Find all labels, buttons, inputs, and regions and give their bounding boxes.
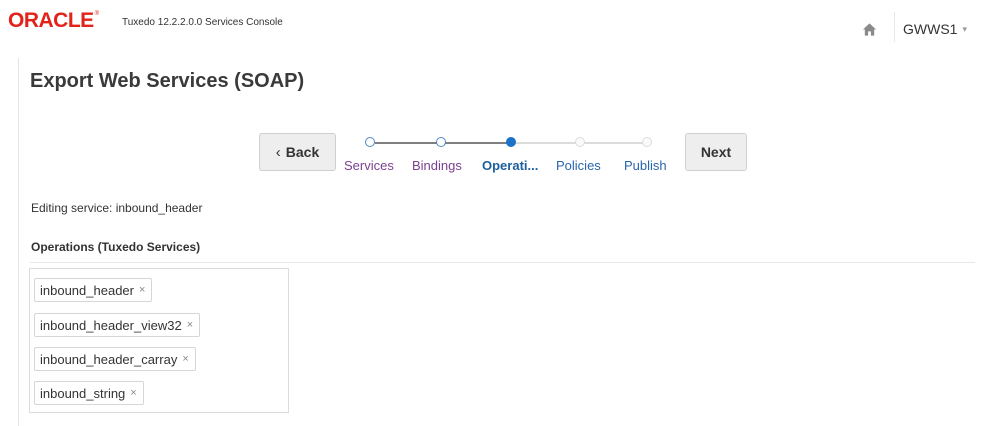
section-divider — [30, 262, 975, 263]
operation-tag: inbound_string × — [34, 381, 144, 405]
operation-tag: inbound_header × — [34, 278, 153, 302]
operations-section-title: Operations (Tuxedo Services) — [31, 240, 201, 254]
next-button-label: Next — [700, 144, 732, 160]
train-label-services[interactable]: Services — [344, 158, 394, 173]
chevron-left-icon: ‹ — [275, 143, 281, 161]
header-divider — [894, 12, 895, 42]
remove-icon[interactable]: × — [187, 319, 193, 331]
remove-icon[interactable]: × — [139, 284, 145, 296]
user-name: GWWS1 — [903, 21, 958, 37]
train-label-bindings[interactable]: Bindings — [412, 158, 462, 173]
home-button[interactable] — [852, 14, 886, 44]
train-label-operations: Operati... — [482, 158, 539, 173]
train-stop-services[interactable] — [365, 137, 375, 147]
operations-selector[interactable]: inbound_header × inbound_header_view32 ×… — [29, 268, 289, 413]
remove-icon[interactable]: × — [182, 353, 188, 365]
editing-service-text: Editing service: inbound_header — [31, 201, 203, 215]
train-label-publish[interactable]: Publish — [624, 158, 667, 173]
train-label-policies[interactable]: Policies — [556, 158, 601, 173]
top-header: ORACLE ® Tuxedo 12.2.2.0.0 Services Cons… — [0, 0, 981, 54]
operation-tag-label: inbound_string — [40, 385, 126, 401]
train-stop-bindings[interactable] — [436, 137, 446, 147]
oracle-logo-text: ORACLE — [8, 9, 94, 32]
home-icon — [862, 22, 876, 36]
train-stop-policies[interactable] — [575, 137, 585, 147]
train-stop-publish[interactable] — [642, 137, 652, 147]
user-menu[interactable]: GWWS1 ▾ — [903, 14, 967, 44]
remove-icon[interactable]: × — [130, 387, 136, 399]
operation-tag-label: inbound_header_carray — [40, 351, 178, 367]
operation-tag: inbound_header_view32 × — [34, 313, 201, 337]
train-stop-operations — [506, 137, 516, 147]
back-button[interactable]: ‹ Back — [259, 133, 336, 171]
oracle-logo: ORACLE ® — [8, 10, 99, 32]
next-button[interactable]: Next — [685, 133, 747, 171]
page-title: Export Web Services (SOAP) — [30, 70, 305, 92]
back-button-label: Back — [285, 144, 320, 160]
operation-tag-label: inbound_header_view32 — [40, 317, 182, 333]
operation-tag: inbound_header_carray × — [34, 347, 196, 371]
chevron-down-icon: ▾ — [962, 23, 967, 34]
app-title: Tuxedo 12.2.2.0.0 Services Console — [122, 17, 283, 28]
trademark-symbol: ® — [94, 11, 100, 17]
operation-tag-label: inbound_header — [40, 282, 134, 298]
